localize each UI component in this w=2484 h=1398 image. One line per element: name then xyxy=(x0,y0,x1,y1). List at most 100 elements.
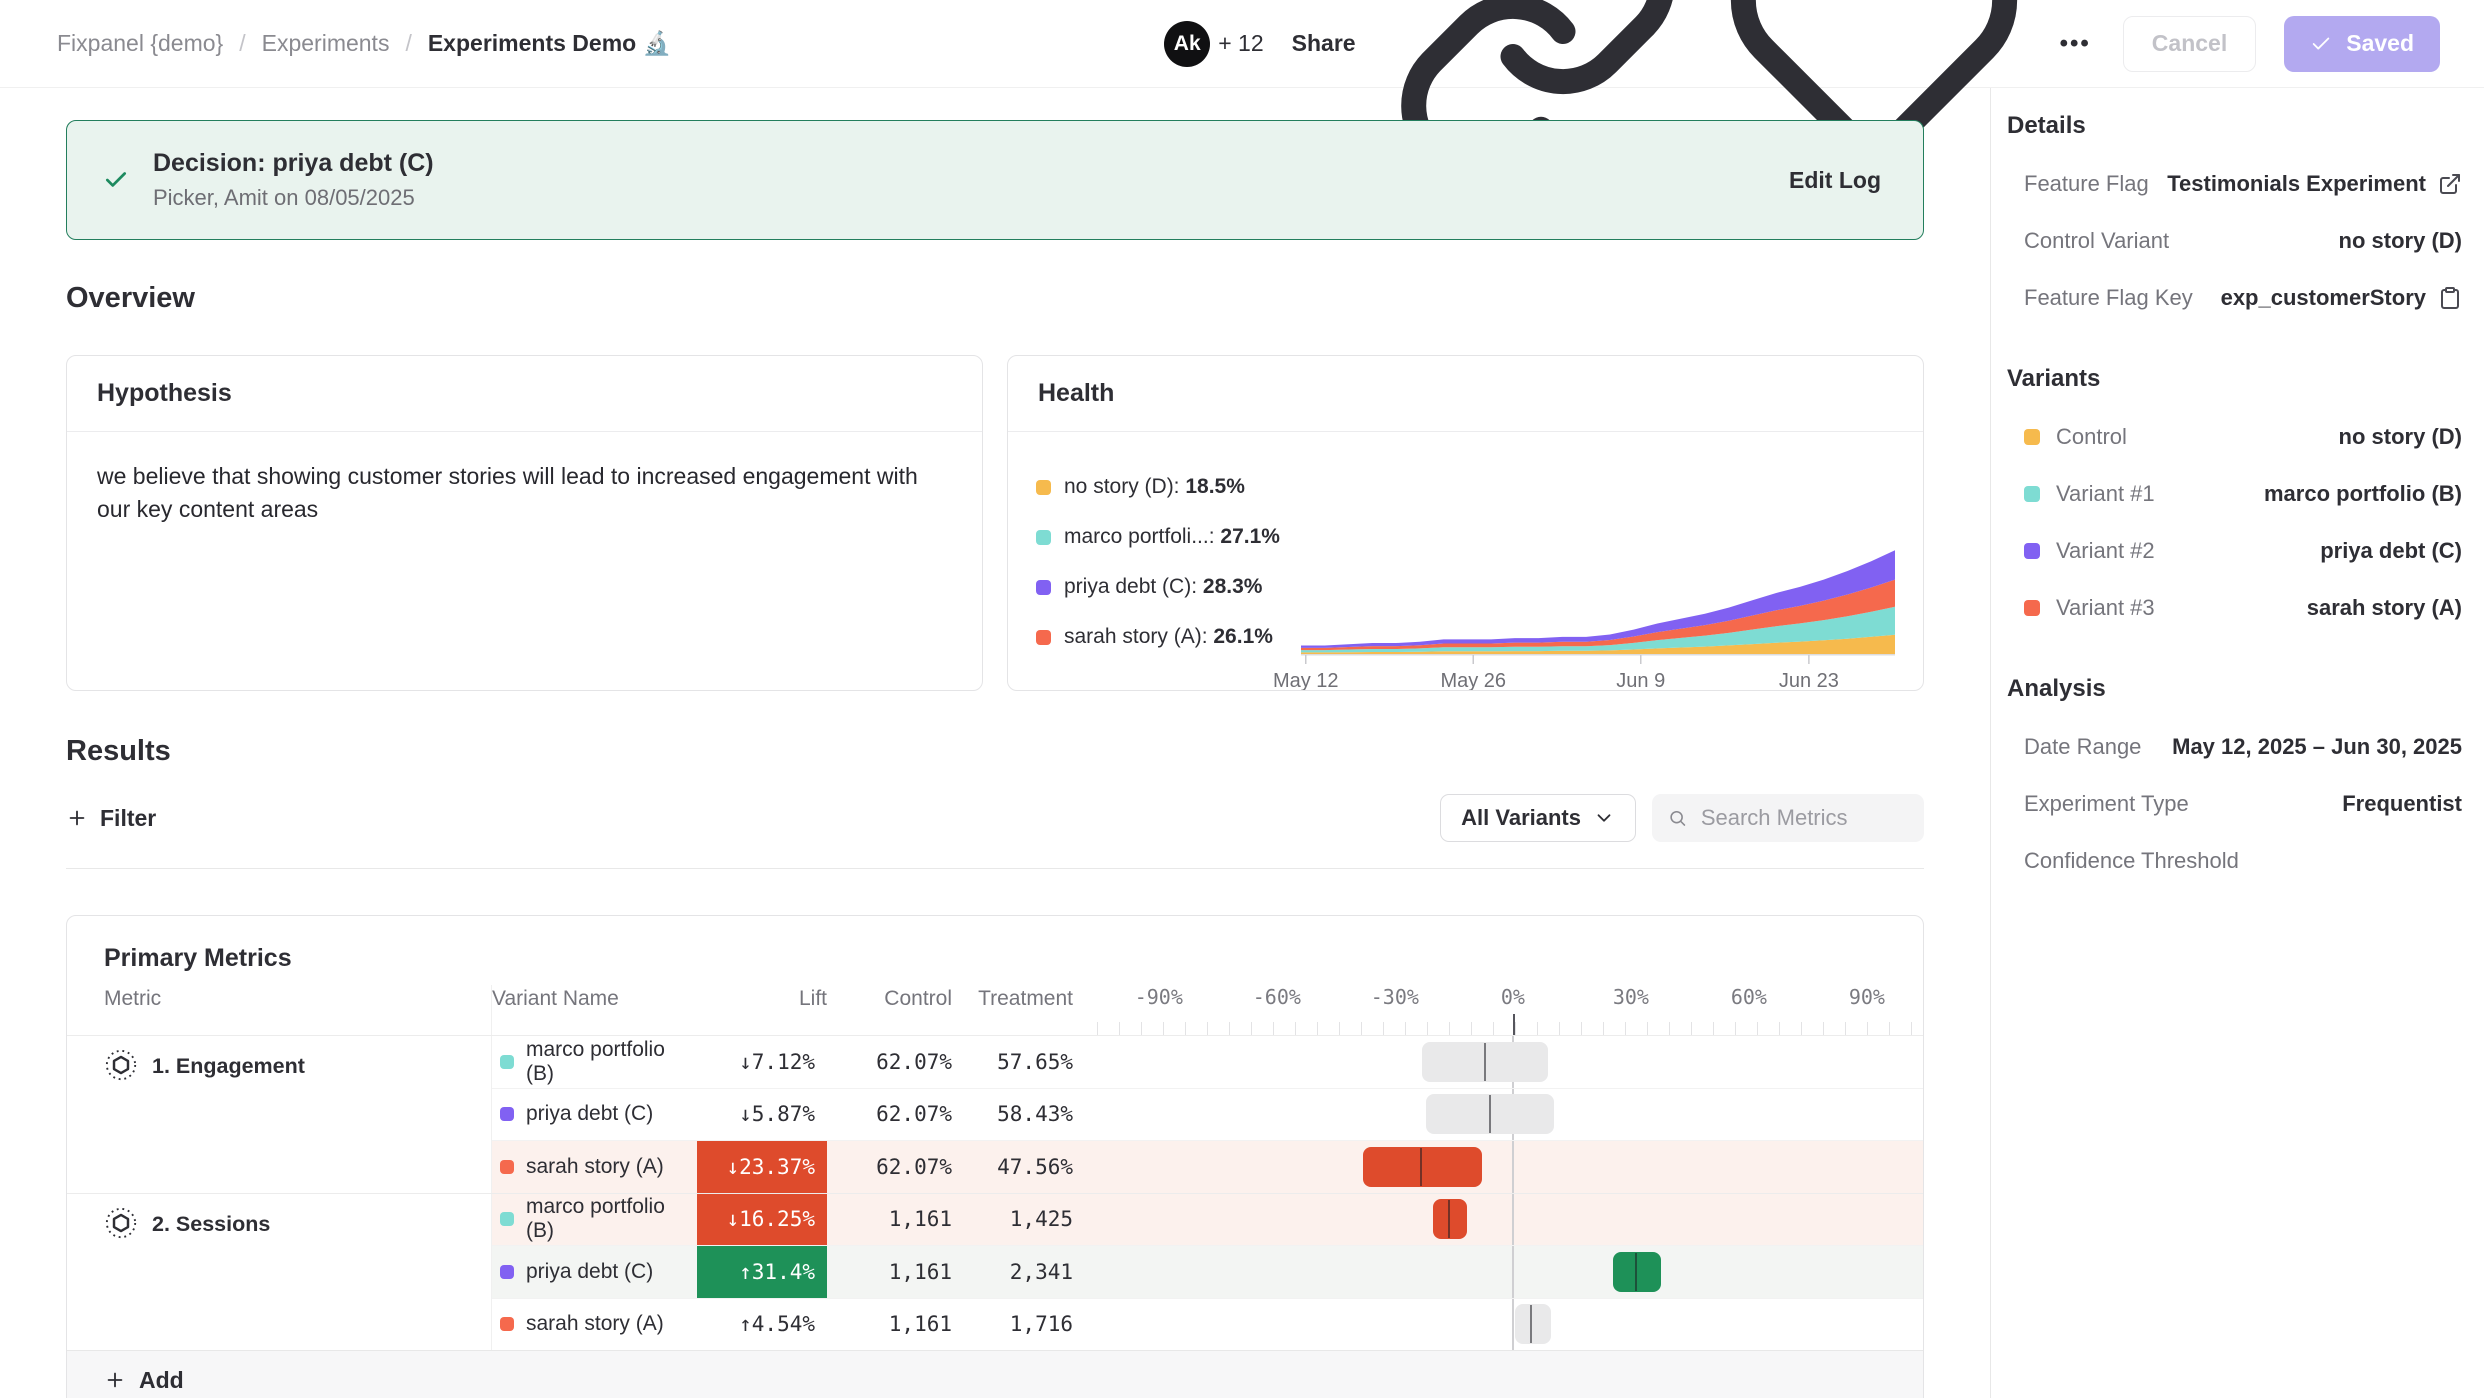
lift-value: ↓16.25% xyxy=(726,1207,815,1231)
legend-color-chip xyxy=(1036,630,1051,645)
control-value: 1,161 xyxy=(827,1312,952,1336)
zero-line xyxy=(1512,1299,1514,1351)
avatar[interactable]: Ak xyxy=(1164,21,1210,67)
axis-tick xyxy=(1845,1022,1846,1035)
lift-cell: ↓5.87% xyxy=(697,1089,827,1141)
overview-cards: Hypothesis we believe that showing custo… xyxy=(66,355,1924,691)
point-estimate-tick xyxy=(1420,1148,1422,1186)
axis-tick xyxy=(1383,1022,1384,1035)
sidebar-heading: Analysis xyxy=(2007,675,2462,703)
sidebar-heading: Details xyxy=(2007,112,2462,140)
cancel-button[interactable]: Cancel xyxy=(2123,16,2256,72)
axis-tick xyxy=(1471,1022,1472,1035)
metric-cell[interactable]: 1. Engagement xyxy=(67,1036,492,1193)
sidebar-row-value: exp_customerStory xyxy=(2221,285,2426,311)
variant-color-chip xyxy=(500,1160,514,1174)
axis-tick xyxy=(1713,1022,1714,1035)
x-axis-label: May 26 xyxy=(1440,670,1506,691)
more-menu-button[interactable]: ••• xyxy=(2056,26,2095,62)
point-estimate-tick xyxy=(1635,1253,1637,1291)
variant-name: priya debt (C) xyxy=(526,1102,653,1126)
metric-name: 2. Sessions xyxy=(152,1212,270,1237)
sidebar-row: Date RangeMay 12, 2025 – Jun 30, 2025 xyxy=(2007,734,2462,760)
sidebar-row: Variant #2priya debt (C) xyxy=(2007,538,2462,564)
legend-value: 26.1% xyxy=(1213,625,1273,648)
health-body: no story (D): 18.5%marco portfoli...: 27… xyxy=(1008,432,1923,691)
sidebar-row: Controlno story (D) xyxy=(2007,424,2462,450)
axis-label: -30% xyxy=(1371,985,1419,1009)
point-estimate-tick xyxy=(1530,1305,1532,1343)
add-metric-button[interactable]: Add xyxy=(104,1367,184,1394)
metric-group: 1. Engagementmarco portfolio (B)↓7.12%62… xyxy=(67,1035,1923,1193)
point-estimate-tick xyxy=(1448,1200,1450,1238)
legend-label: priya debt (C): 28.3% xyxy=(1064,575,1262,599)
share-button[interactable]: Share xyxy=(1292,30,1356,57)
lift-cell: ↓7.12% xyxy=(697,1036,827,1088)
variant-name: sarah story (A) xyxy=(526,1155,664,1179)
sidebar-row: Variant #1marco portfolio (B) xyxy=(2007,481,2462,507)
axis-tick xyxy=(1801,1022,1802,1035)
sidebar-row-label: Variant #3 xyxy=(2056,595,2155,621)
lift-axis-labels: -90%-60%-30%0%30%60%90% xyxy=(1086,985,1923,1011)
lift-value: ↑4.54% xyxy=(739,1312,815,1336)
metrics-table-body: 1. Engagementmarco portfolio (B)↓7.12%62… xyxy=(67,1035,1923,1350)
axis-tick xyxy=(1119,1022,1120,1035)
legend-value: 28.3% xyxy=(1203,575,1263,598)
external-link-icon[interactable] xyxy=(2438,172,2462,196)
sidebar-row-label: Feature Flag xyxy=(2024,171,2149,197)
metric-icon xyxy=(104,1206,138,1240)
lift-value: ↓23.37% xyxy=(726,1155,815,1179)
variant-cell: sarah story (A) xyxy=(492,1312,697,1336)
health-x-axis: May 12May 26Jun 9Jun 23 xyxy=(1301,666,1895,691)
saved-button[interactable]: Saved xyxy=(2284,16,2440,72)
sidebar-row-value: Testimonials Experiment xyxy=(2167,171,2426,197)
x-axis-label: Jun 23 xyxy=(1779,670,1839,691)
control-value: 1,161 xyxy=(827,1207,952,1231)
collaborators-count[interactable]: + 12 xyxy=(1218,30,1263,57)
sidebar-row: Confidence Threshold xyxy=(2007,848,2462,874)
confidence-interval-cell xyxy=(1086,1246,1923,1298)
sidebar-row-label: Control Variant xyxy=(2024,228,2169,254)
variant-color-chip xyxy=(500,1212,514,1226)
plus-icon xyxy=(104,1369,126,1391)
x-axis-label: May 12 xyxy=(1273,670,1339,691)
health-title: Health xyxy=(1008,356,1923,432)
axis-tick xyxy=(1493,1022,1494,1035)
axis-tick xyxy=(1339,1022,1340,1035)
variant-color-chip xyxy=(2024,429,2040,445)
sidebar-row-label: Confidence Threshold xyxy=(2024,848,2239,874)
edit-log-button[interactable]: Edit Log xyxy=(1783,166,1887,195)
lift-cell: ↓16.25% xyxy=(697,1194,827,1246)
confidence-interval-cell xyxy=(1086,1299,1923,1351)
decision-banner: Decision: priya debt (C) Picker, Amit on… xyxy=(66,120,1924,240)
column-header-lift: Lift xyxy=(697,987,827,1035)
sidebar-sections: Details Feature Flag Testimonials Experime… xyxy=(2007,112,2462,874)
axis-label: -90% xyxy=(1135,985,1183,1009)
breadcrumb-item[interactable]: Fixpanel {demo} xyxy=(57,30,223,57)
legend-label: marco portfoli...: 27.1% xyxy=(1064,525,1280,549)
add-filter-button[interactable]: Filter xyxy=(66,805,156,832)
variant-name: priya debt (C) xyxy=(526,1260,653,1284)
lift-cell: ↑31.4% xyxy=(697,1246,827,1298)
decision-text: Decision: priya debt (C) Picker, Amit on… xyxy=(153,149,434,211)
clipboard-icon[interactable] xyxy=(2438,286,2462,310)
lift-cell: ↑4.54% xyxy=(697,1299,827,1351)
variant-cell: marco portfolio (B) xyxy=(492,1195,697,1243)
axis-tick xyxy=(1779,1022,1780,1035)
table-row: marco portfolio (B)↓16.25%1,1611,425 xyxy=(492,1194,1923,1246)
sidebar-row-label: Feature Flag Key xyxy=(2024,285,2193,311)
breadcrumb-item[interactable]: Experiments xyxy=(262,30,390,57)
confidence-interval-bar xyxy=(1363,1147,1482,1187)
axis-tick xyxy=(1735,1022,1736,1035)
axis-tick xyxy=(1867,1022,1868,1035)
metric-cell[interactable]: 2. Sessions xyxy=(67,1194,492,1351)
search-metrics-input[interactable] xyxy=(1699,804,1908,832)
variants-dropdown[interactable]: All Variants xyxy=(1440,794,1636,842)
sidebar-section-details: Details Feature Flag Testimonials Experime… xyxy=(2007,112,2462,311)
sidebar-row: Experiment TypeFrequentist xyxy=(2007,791,2462,817)
results-divider xyxy=(66,868,1924,869)
control-value: 1,161 xyxy=(827,1260,952,1284)
treatment-value: 57.65% xyxy=(952,1050,1073,1074)
sidebar-section-variants: VariantsControlno story (D)Variant #1mar… xyxy=(2007,365,2462,621)
column-header-control: Control xyxy=(827,987,952,1035)
